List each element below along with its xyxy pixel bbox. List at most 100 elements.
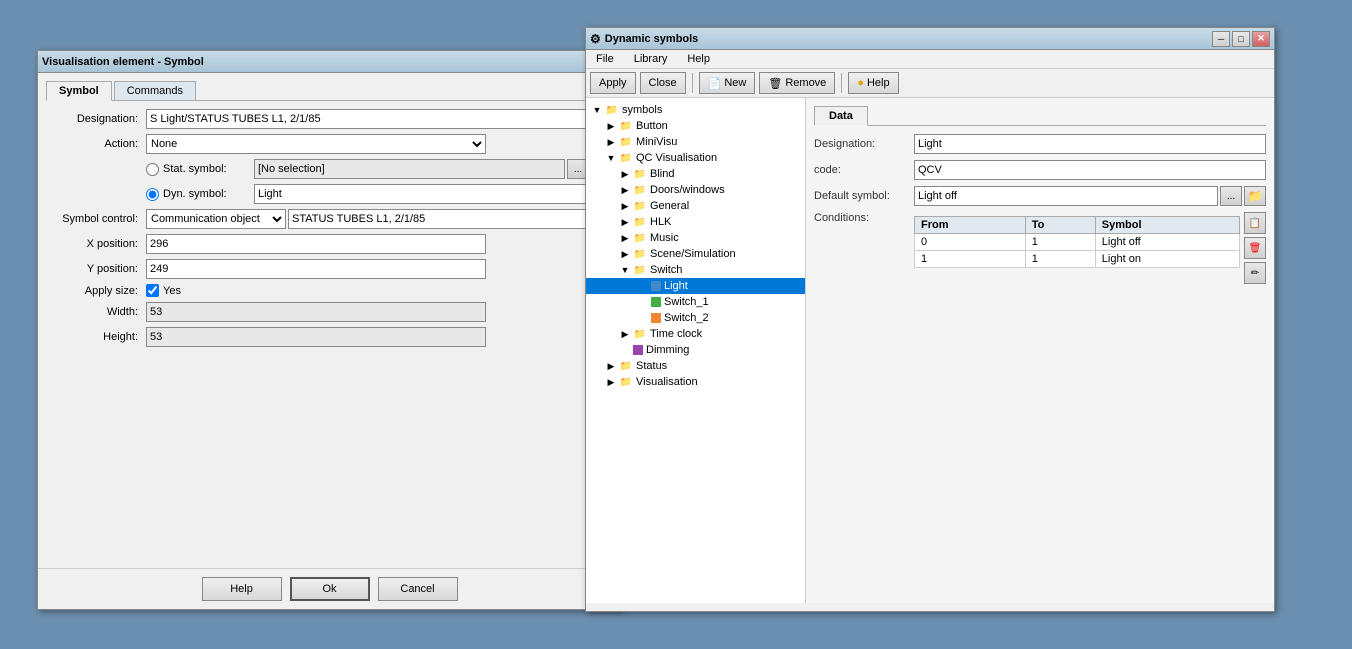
hlk-expand-icon[interactable]: ▶ — [618, 215, 632, 229]
data-default-symbol-row: Default symbol: ... 📁 — [814, 186, 1266, 206]
width-input[interactable] — [146, 302, 486, 322]
stat-symbol-radio[interactable] — [146, 163, 159, 176]
data-designation-input[interactable] — [914, 134, 1266, 154]
tree-button[interactable]: ▶ 📁 Button — [586, 118, 805, 134]
timeclock-expand-icon[interactable]: ▶ — [618, 327, 632, 341]
blind-expand-icon[interactable]: ▶ — [618, 167, 632, 181]
tree-blind[interactable]: ▶ 📁 Blind — [586, 166, 805, 182]
switch2-color-icon — [651, 313, 661, 323]
condition-row-0[interactable]: 0 1 Light off — [915, 234, 1240, 251]
edit-condition-btn[interactable]: ✏ — [1244, 262, 1266, 284]
tree-scene[interactable]: ▶ 📁 Scene/Simulation — [586, 246, 805, 262]
delete-condition-btn[interactable]: 🗑 — [1244, 237, 1266, 259]
height-input[interactable] — [146, 327, 486, 347]
default-symbol-icon-btn[interactable]: 📁 — [1244, 186, 1266, 206]
general-folder-icon: 📁 — [633, 199, 647, 213]
tab-symbol[interactable]: Symbol — [46, 81, 112, 101]
height-label: Height: — [46, 331, 146, 343]
tree-status[interactable]: ▶ 📁 Status — [586, 358, 805, 374]
tree-root[interactable]: ▼ 📁 symbols — [586, 102, 805, 118]
switch-expand-icon[interactable]: ▼ — [618, 263, 632, 277]
vis-tab-bar: Symbol Commands — [46, 81, 613, 101]
action-select[interactable]: None — [146, 134, 486, 154]
tree-minivisu[interactable]: ▶ 📁 MiniVisu — [586, 134, 805, 150]
dyn-close-btn[interactable]: ✕ — [1252, 31, 1270, 47]
doors-expand-icon[interactable]: ▶ — [618, 183, 632, 197]
qcvis-expand-icon[interactable]: ▼ — [604, 151, 618, 165]
tab-commands[interactable]: Commands — [114, 81, 196, 100]
dyn-toolbar: Apply Close 📄 New 🗑 Remove ● Help — [586, 69, 1274, 98]
tree-general-label: General — [650, 200, 689, 212]
close-btn[interactable]: Close — [640, 72, 686, 94]
dyn-min-btn[interactable]: ─ — [1212, 31, 1230, 47]
tree-visualisation[interactable]: ▶ 📁 Visualisation — [586, 374, 805, 390]
apply-size-checkbox[interactable] — [146, 284, 159, 297]
dyn-dialog-titlebar[interactable]: ⚙ Dynamic symbols ─ □ ✕ — [586, 28, 1274, 50]
tree-music[interactable]: ▶ 📁 Music — [586, 230, 805, 246]
tree-switch2[interactable]: ▶ Switch_2 — [586, 310, 805, 326]
cancel-button[interactable]: Cancel — [378, 577, 458, 601]
tree-switch-label: Switch — [650, 264, 682, 276]
data-designation-row: Designation: — [814, 134, 1266, 154]
status-expand-icon[interactable]: ▶ — [604, 359, 618, 373]
menu-file[interactable]: File — [586, 51, 624, 67]
tree-dimming[interactable]: ▶ Dimming — [586, 342, 805, 358]
timeclock-folder-icon: 📁 — [633, 327, 647, 341]
data-tab[interactable]: Data — [814, 106, 868, 126]
scene-expand-icon[interactable]: ▶ — [618, 247, 632, 261]
tree-switch1[interactable]: ▶ Switch_1 — [586, 294, 805, 310]
dyn-symbol-radio[interactable] — [146, 188, 159, 201]
music-expand-icon[interactable]: ▶ — [618, 231, 632, 245]
height-row: Height: — [46, 327, 613, 347]
stat-symbol-input[interactable] — [254, 159, 565, 179]
tree-panel[interactable]: ▼ 📁 symbols ▶ 📁 Button ▶ 📁 MiniVisu ▼ 📁 … — [586, 98, 806, 603]
new-btn[interactable]: 📄 New — [699, 72, 756, 94]
remove-btn[interactable]: 🗑 Remove — [759, 72, 835, 94]
symbol-control-value-input[interactable] — [288, 209, 589, 229]
add-condition-btn[interactable]: 📋 — [1244, 212, 1266, 234]
action-row: Action: None — [46, 134, 613, 154]
dimming-color-icon — [633, 345, 643, 355]
tree-doors[interactable]: ▶ 📁 Doors/windows — [586, 182, 805, 198]
general-expand-icon[interactable]: ▶ — [618, 199, 632, 213]
apply-btn[interactable]: Apply — [590, 72, 636, 94]
y-position-input[interactable] — [146, 259, 486, 279]
music-folder-icon: 📁 — [633, 231, 647, 245]
dyn-symbol-input[interactable] — [254, 184, 589, 204]
help-toolbar-btn[interactable]: ● Help — [848, 72, 898, 94]
col-from: From — [915, 217, 1026, 234]
symbol-control-type-select[interactable]: Communication object — [146, 209, 286, 229]
condition-row-1[interactable]: 1 1 Light on — [915, 251, 1240, 268]
tree-timeclock[interactable]: ▶ 📁 Time clock — [586, 326, 805, 342]
dyn-max-btn[interactable]: □ — [1232, 31, 1250, 47]
tree-light-label: Light — [664, 280, 688, 292]
tree-qcvis[interactable]: ▼ 📁 QC Visualisation — [586, 150, 805, 166]
tree-general[interactable]: ▶ 📁 General — [586, 198, 805, 214]
designation-input[interactable] — [146, 109, 613, 129]
minivisu-expand-icon[interactable]: ▶ — [604, 135, 618, 149]
menu-library[interactable]: Library — [624, 51, 678, 67]
default-symbol-browse-btn[interactable]: ... — [1220, 186, 1242, 206]
vis-expand-icon[interactable]: ▶ — [604, 375, 618, 389]
button-expand-icon[interactable]: ▶ — [604, 119, 618, 133]
tree-hlk[interactable]: ▶ 📁 HLK — [586, 214, 805, 230]
tree-switch[interactable]: ▼ 📁 Switch — [586, 262, 805, 278]
new-doc-icon: 📄 — [708, 77, 722, 90]
x-position-input[interactable] — [146, 234, 486, 254]
help-circle-icon: ● — [857, 77, 864, 89]
tree-dimming-label: Dimming — [646, 344, 689, 356]
data-default-symbol-input[interactable] — [914, 186, 1218, 206]
data-code-row: code: — [814, 160, 1266, 180]
data-code-input[interactable] — [914, 160, 1266, 180]
help-toolbar-label: Help — [867, 77, 890, 89]
ok-button[interactable]: Ok — [290, 577, 370, 601]
data-tab-bar: Data — [814, 106, 1266, 126]
root-expand-icon[interactable]: ▼ — [590, 103, 604, 117]
vis-dialog-titlebar[interactable]: Visualisation element - Symbol ✕ — [38, 51, 621, 73]
menu-help[interactable]: Help — [677, 51, 720, 67]
tree-status-label: Status — [636, 360, 667, 372]
cond-0-symbol: Light off — [1095, 234, 1239, 251]
tree-light[interactable]: ▶ Light — [586, 278, 805, 294]
help-button[interactable]: Help — [202, 577, 282, 601]
x-position-label: X position: — [46, 238, 146, 250]
